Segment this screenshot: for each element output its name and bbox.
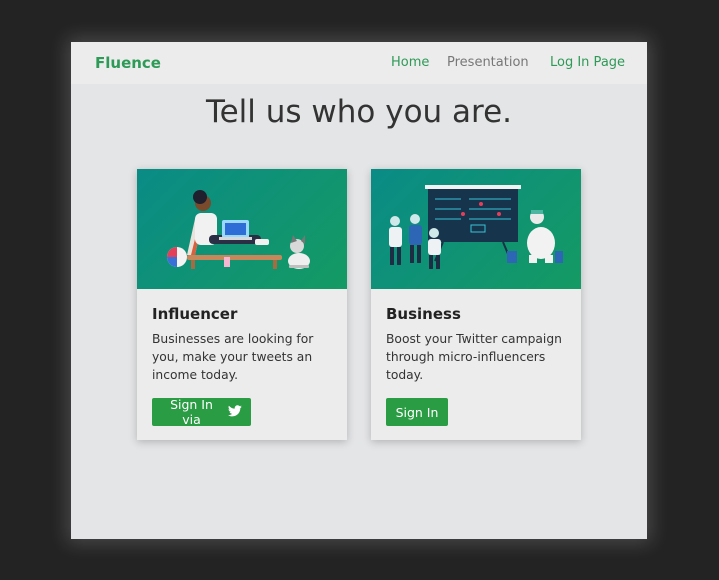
- business-signin-button[interactable]: Sign In: [386, 398, 448, 426]
- page-headline: Tell us who you are.: [205, 94, 513, 130]
- business-title: Business: [386, 305, 461, 323]
- business-illustration: [371, 169, 581, 289]
- influencer-signin-button[interactable]: Sign In via: [152, 397, 251, 427]
- influencer-signin-label: Sign In via: [170, 397, 213, 427]
- twitter-icon: [228, 404, 242, 420]
- influencer-description: Businesses are looking for you, make you…: [152, 332, 314, 382]
- nav-presentation-link[interactable]: Presentation: [447, 55, 529, 70]
- influencer-illustration: [137, 169, 347, 289]
- navbar: Fluence Home Presentation Log In Page: [71, 42, 647, 84]
- business-description: Boost your Twitter campaign through micr…: [386, 332, 562, 382]
- business-signin-label: Sign In: [395, 404, 439, 420]
- influencer-card: Influencer Businesses are looking for yo…: [137, 169, 347, 440]
- brand-logo[interactable]: Fluence: [95, 54, 161, 72]
- nav-login-link[interactable]: Log In Page: [550, 55, 625, 70]
- app-window: Fluence Home Presentation Log In Page Te…: [71, 42, 647, 539]
- business-card: Business Boost your Twitter campaign thr…: [371, 169, 581, 440]
- nav-home-link[interactable]: Home: [391, 55, 429, 70]
- influencer-title: Influencer: [152, 305, 238, 323]
